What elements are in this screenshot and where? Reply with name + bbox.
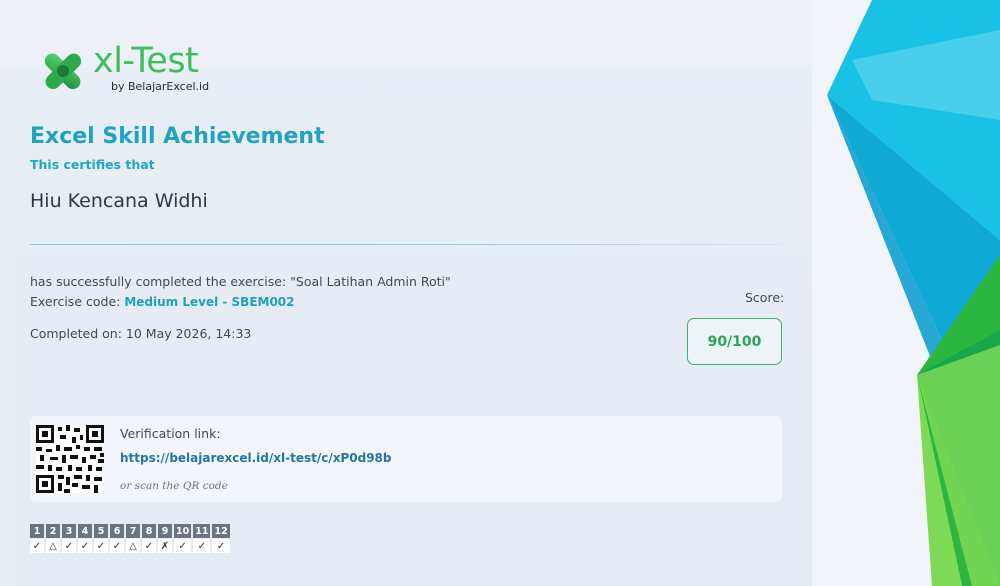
question-result-item: 1 ✓ bbox=[30, 524, 44, 553]
question-number: 4 bbox=[78, 524, 92, 538]
exercise-code-line: Exercise code: Medium Level - SBEM002 bbox=[30, 294, 295, 309]
logo-subtitle: by BelajarExcel.id bbox=[111, 80, 210, 93]
certifies-text: This certifies that bbox=[30, 157, 155, 172]
question-mark: △ bbox=[126, 539, 140, 553]
question-result-item: 3 ✓ bbox=[62, 524, 76, 553]
score-label: Score: bbox=[745, 290, 785, 305]
question-mark: ✓ bbox=[94, 539, 108, 553]
divider bbox=[30, 244, 782, 245]
question-number: 5 bbox=[94, 524, 108, 538]
question-mark: ✓ bbox=[62, 539, 76, 553]
question-result-item: 12 ✓ bbox=[212, 524, 230, 553]
question-number: 2 bbox=[46, 524, 60, 538]
question-number: 3 bbox=[62, 524, 76, 538]
exercise-code-label: Exercise code: bbox=[30, 294, 125, 309]
question-result-item: 10 ✓ bbox=[174, 524, 192, 553]
exercise-code-value: Medium Level - SBEM002 bbox=[124, 295, 295, 309]
question-results: 1 ✓ 2 △ 3 ✓ 4 ✓ 5 ✓ 6 ✓ 7 △ 8 ✓ 9 ✗ 10 ✓ 11 ✓ 12 ✓ bbox=[30, 524, 232, 553]
question-number: 12 bbox=[212, 524, 230, 538]
question-number: 9 bbox=[158, 524, 172, 538]
question-result-item: 5 ✓ bbox=[94, 524, 108, 553]
verification-label: Verification link: bbox=[120, 426, 221, 441]
question-number: 1 bbox=[30, 524, 44, 538]
score-value: 90/100 bbox=[707, 333, 762, 350]
question-mark: ✓ bbox=[78, 539, 92, 553]
question-mark: ✓ bbox=[174, 539, 192, 553]
question-mark: ✓ bbox=[212, 539, 230, 553]
question-mark: △ bbox=[46, 539, 60, 553]
question-number: 8 bbox=[142, 524, 156, 538]
question-mark: ✗ bbox=[158, 539, 172, 553]
question-mark: ✓ bbox=[110, 539, 124, 553]
qr-code-icon bbox=[36, 425, 104, 493]
question-number: 7 bbox=[126, 524, 140, 538]
question-result-item: 9 ✗ bbox=[158, 524, 172, 553]
left-band bbox=[0, 0, 18, 586]
question-mark: ✓ bbox=[142, 539, 156, 553]
score-badge: 90/100 bbox=[687, 318, 782, 365]
question-result-item: 7 △ bbox=[126, 524, 140, 553]
question-result-item: 2 △ bbox=[46, 524, 60, 553]
question-number: 10 bbox=[174, 524, 192, 538]
logo-text: xl-Test bbox=[93, 41, 199, 81]
recipient-name: Hiu Kencana Widhi bbox=[30, 190, 208, 212]
scan-qr-hint: or scan the QR code bbox=[120, 480, 228, 492]
question-result-item: 4 ✓ bbox=[78, 524, 92, 553]
verification-link[interactable]: https://belajarexcel.id/xl-test/c/xP0d98… bbox=[120, 451, 392, 465]
logo: xl-Test by BelajarExcel.id bbox=[38, 41, 218, 96]
question-number: 6 bbox=[110, 524, 124, 538]
certificate-page: xl-Test by BelajarExcel.id Excel Skill A… bbox=[0, 0, 1000, 586]
question-result-item: 6 ✓ bbox=[110, 524, 124, 553]
question-mark: ✓ bbox=[30, 539, 44, 553]
question-result-item: 8 ✓ bbox=[142, 524, 156, 553]
xl-test-logo-icon bbox=[44, 53, 82, 90]
completed-exercise-text: has successfully completed the exercise:… bbox=[30, 274, 451, 289]
decorative-polygons bbox=[827, 0, 1000, 586]
question-mark: ✓ bbox=[193, 539, 211, 553]
question-result-item: 11 ✓ bbox=[193, 524, 211, 553]
completed-on-text: Completed on: 10 May 2026, 14:33 bbox=[30, 326, 252, 341]
verification-box: Verification link: https://belajarexcel.… bbox=[30, 416, 782, 502]
question-number: 11 bbox=[193, 524, 211, 538]
certificate-title: Excel Skill Achievement bbox=[30, 124, 325, 149]
